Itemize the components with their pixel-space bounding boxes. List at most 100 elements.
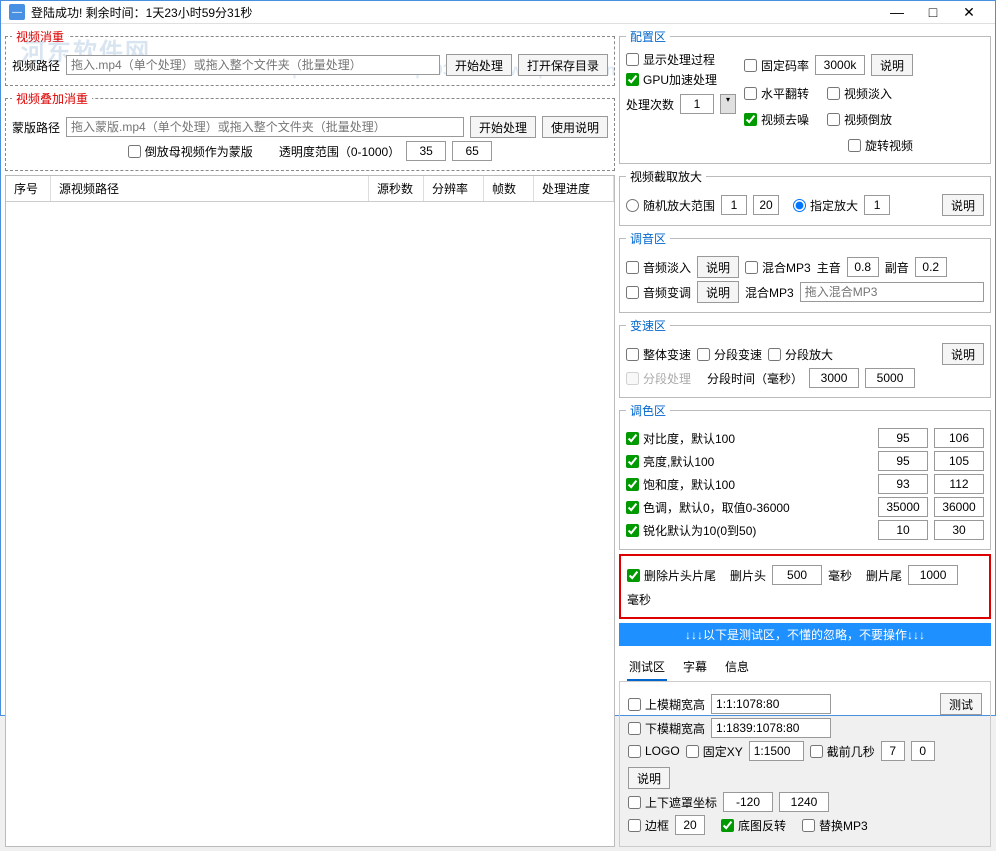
brightness-checkbox[interactable]: 亮度,默认100 — [626, 453, 714, 470]
section-legend: 配置区 — [626, 28, 670, 45]
hflip-checkbox[interactable]: 水平翻转 — [744, 85, 809, 102]
saturation-checkbox[interactable]: 饱和度，默认100 — [626, 476, 735, 493]
zoom-max-input[interactable] — [753, 195, 779, 215]
border-checkbox[interactable]: 边框 — [628, 817, 669, 834]
crop-section: 视频截取放大 随机放大范围 指定放大 说明 — [619, 168, 991, 226]
proc-count-label: 处理次数 — [626, 96, 674, 113]
sharpen-max[interactable] — [934, 520, 984, 540]
trim-tail-input[interactable] — [908, 565, 958, 585]
tab-subtitle[interactable]: 字幕 — [681, 654, 709, 681]
fadein-checkbox[interactable]: 视频淡入 — [827, 85, 892, 102]
logo-checkbox[interactable]: LOGO — [628, 744, 680, 758]
random-zoom-radio[interactable]: 随机放大范围 — [626, 197, 715, 214]
mix-mp3-input[interactable] — [800, 282, 984, 302]
show-process-checkbox[interactable]: 显示处理过程 — [626, 51, 736, 68]
fixed-bitrate-checkbox[interactable]: 固定码率 — [744, 57, 809, 74]
section-legend: 调音区 — [626, 230, 670, 247]
crop-explain-button[interactable]: 说明 — [942, 194, 984, 216]
speed-explain-button[interactable]: 说明 — [942, 343, 984, 365]
seg-time-max-input[interactable] — [865, 368, 915, 388]
proc-count-spinner[interactable]: ▾ — [720, 94, 736, 114]
cutfront-checkbox[interactable]: 截前几秒 — [810, 743, 875, 760]
pitch-checkbox[interactable]: 音频变调 — [626, 284, 691, 301]
main-audio-input[interactable] — [847, 257, 879, 277]
gpu-checkbox[interactable]: GPU加速处理 — [626, 71, 736, 88]
reverse-mask-checkbox[interactable]: 倒放母视频作为蒙版 — [128, 143, 253, 160]
mask-path-input[interactable] — [66, 117, 464, 137]
proc-count-value: 1 — [680, 94, 714, 114]
sharpen-min[interactable] — [878, 520, 928, 540]
hue-min[interactable] — [878, 497, 928, 517]
maximize-button[interactable]: □ — [915, 1, 951, 23]
opacity-max-input[interactable] — [452, 141, 492, 161]
segment-zoom-checkbox[interactable]: 分段放大 — [768, 346, 833, 363]
cutfront-v2[interactable] — [911, 741, 935, 761]
segment-speed-checkbox[interactable]: 分段变速 — [697, 346, 762, 363]
path-label: 视频路径 — [12, 57, 60, 74]
trim-checkbox[interactable]: 删除片头片尾 — [627, 567, 716, 584]
video-overlay-section: 视频叠加消重 蒙版路径 开始处理 使用说明 倒放母视频作为蒙版 透明度范围（0-… — [5, 90, 615, 171]
pitch-explain-button[interactable]: 说明 — [697, 281, 739, 303]
contrast-min[interactable] — [878, 428, 928, 448]
close-button[interactable]: ✕ — [951, 1, 987, 23]
mask-min[interactable] — [723, 792, 773, 812]
fixxy-checkbox[interactable]: 固定XY — [686, 743, 743, 760]
mask-path-label: 蒙版路径 — [12, 119, 60, 136]
window-title: 登陆成功! 剩余时间：1天23小时59分31秒 — [31, 4, 879, 21]
mask-coord-checkbox[interactable]: 上下遮罩坐标 — [628, 794, 717, 811]
usage-help-button[interactable]: 使用说明 — [542, 116, 608, 138]
bitrate-explain-button[interactable]: 说明 — [871, 54, 913, 76]
fixed-zoom-input[interactable] — [864, 195, 890, 215]
video-path-input[interactable] — [66, 55, 440, 75]
seg-time-min-input[interactable] — [809, 368, 859, 388]
reverse-checkbox[interactable]: 视频倒放 — [827, 111, 892, 128]
main-audio-label: 主音 — [817, 259, 841, 276]
brightness-min[interactable] — [878, 451, 928, 471]
lower-blur-input[interactable] — [711, 718, 831, 738]
border-input[interactable] — [675, 815, 705, 835]
contrast-checkbox[interactable]: 对比度，默认100 — [626, 430, 735, 447]
lower-blur-checkbox[interactable]: 下模糊宽高 — [628, 720, 705, 737]
sharpen-checkbox[interactable]: 锐化默认为10(0到50) — [626, 522, 756, 539]
audio-fadein-checkbox[interactable]: 音频淡入 — [626, 259, 691, 276]
replace-mp3-checkbox[interactable]: 替换MP3 — [802, 817, 868, 834]
opacity-min-input[interactable] — [406, 141, 446, 161]
trim-head-input[interactable] — [772, 565, 822, 585]
contrast-max[interactable] — [934, 428, 984, 448]
minimize-button[interactable]: — — [879, 1, 915, 23]
sub-audio-input[interactable] — [915, 257, 947, 277]
upper-blur-input[interactable] — [711, 694, 831, 714]
saturation-min[interactable] — [878, 474, 928, 494]
bottom-invert-checkbox[interactable]: 底图反转 — [721, 817, 786, 834]
overlay-start-button[interactable]: 开始处理 — [470, 116, 536, 138]
audio-explain-button[interactable]: 说明 — [697, 256, 739, 278]
hue-checkbox[interactable]: 色调，默认0，取值0-36000 — [626, 499, 790, 516]
col-progress: 处理进度 — [534, 176, 614, 201]
whole-speed-checkbox[interactable]: 整体变速 — [626, 346, 691, 363]
tab-info[interactable]: 信息 — [723, 654, 751, 681]
config-section: 配置区 显示处理过程 GPU加速处理 处理次数 1 ▾ 固定码率 — [619, 28, 991, 164]
zoom-min-input[interactable] — [721, 195, 747, 215]
mask-max[interactable] — [779, 792, 829, 812]
denoise-checkbox[interactable]: 视频去噪 — [744, 111, 809, 128]
mix-mp3-checkbox[interactable]: 混合MP3 — [745, 259, 811, 276]
segment-proc-checkbox[interactable]: 分段处理 — [626, 370, 691, 387]
cutfront-v1[interactable] — [881, 741, 905, 761]
saturation-max[interactable] — [934, 474, 984, 494]
test-panel: 上模糊宽高 测试 下模糊宽高 LOGO 固定XY 截前几秒 — [619, 682, 991, 847]
table-body[interactable] — [6, 202, 614, 846]
test-banner: ↓↓↓以下是测试区，不懂的忽略，不要操作↓↓↓ — [619, 623, 991, 646]
tab-test[interactable]: 测试区 — [627, 654, 667, 681]
fixxy-input[interactable] — [749, 741, 804, 761]
test-button[interactable]: 测试 — [940, 693, 982, 715]
video-dedup-section: 视频消重 视频路径 开始处理 打开保存目录 — [5, 28, 615, 86]
upper-blur-checkbox[interactable]: 上模糊宽高 — [628, 696, 705, 713]
open-save-dir-button[interactable]: 打开保存目录 — [518, 54, 608, 76]
start-process-button[interactable]: 开始处理 — [446, 54, 512, 76]
brightness-max[interactable] — [934, 451, 984, 471]
bitrate-input[interactable] — [815, 55, 865, 75]
test-explain-button[interactable]: 说明 — [628, 767, 670, 789]
rotate-checkbox[interactable]: 旋转视频 — [848, 137, 913, 154]
fixed-zoom-radio[interactable]: 指定放大 — [793, 197, 858, 214]
hue-max[interactable] — [934, 497, 984, 517]
